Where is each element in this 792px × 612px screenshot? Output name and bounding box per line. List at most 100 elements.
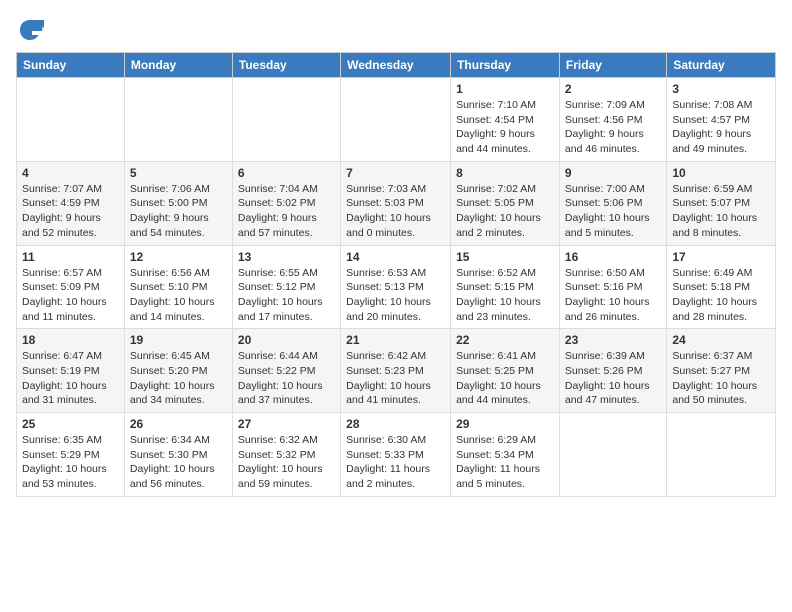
day-info: Sunrise: 6:30 AMSunset: 5:33 PMDaylight:… [346,433,445,492]
day-number: 26 [130,417,227,431]
day-cell: 27 Sunrise: 6:32 AMSunset: 5:32 PMDayligh… [232,413,340,497]
day-number: 21 [346,333,445,347]
day-info: Sunrise: 7:07 AMSunset: 4:59 PMDaylight:… [22,182,119,241]
day-info: Sunrise: 7:02 AMSunset: 5:05 PMDaylight:… [456,182,554,241]
header-thursday: Thursday [451,53,560,78]
day-cell [124,78,232,162]
day-number: 19 [130,333,227,347]
day-info: Sunrise: 6:53 AMSunset: 5:13 PMDaylight:… [346,266,445,325]
header-sunday: Sunday [17,53,125,78]
day-info: Sunrise: 6:42 AMSunset: 5:23 PMDaylight:… [346,349,445,408]
day-cell: 19 Sunrise: 6:45 AMSunset: 5:20 PMDayligh… [124,329,232,413]
header-wednesday: Wednesday [341,53,451,78]
day-cell: 24 Sunrise: 6:37 AMSunset: 5:27 PMDayligh… [667,329,776,413]
day-number: 2 [565,82,661,96]
day-cell: 12 Sunrise: 6:56 AMSunset: 5:10 PMDayligh… [124,245,232,329]
day-number: 4 [22,166,119,180]
day-info: Sunrise: 6:32 AMSunset: 5:32 PMDaylight:… [238,433,335,492]
day-info: Sunrise: 6:49 AMSunset: 5:18 PMDaylight:… [672,266,770,325]
day-cell: 25 Sunrise: 6:35 AMSunset: 5:29 PMDayligh… [17,413,125,497]
header-tuesday: Tuesday [232,53,340,78]
day-cell: 10 Sunrise: 6:59 AMSunset: 5:07 PMDayligh… [667,161,776,245]
day-cell: 16 Sunrise: 6:50 AMSunset: 5:16 PMDayligh… [559,245,666,329]
day-info: Sunrise: 6:55 AMSunset: 5:12 PMDaylight:… [238,266,335,325]
day-info: Sunrise: 6:35 AMSunset: 5:29 PMDaylight:… [22,433,119,492]
day-cell: 23 Sunrise: 6:39 AMSunset: 5:26 PMDayligh… [559,329,666,413]
day-info: Sunrise: 7:09 AMSunset: 4:56 PMDaylight:… [565,98,661,157]
day-cell: 26 Sunrise: 6:34 AMSunset: 5:30 PMDayligh… [124,413,232,497]
day-cell: 21 Sunrise: 6:42 AMSunset: 5:23 PMDayligh… [341,329,451,413]
day-number: 27 [238,417,335,431]
day-number: 12 [130,250,227,264]
day-number: 18 [22,333,119,347]
day-info: Sunrise: 6:44 AMSunset: 5:22 PMDaylight:… [238,349,335,408]
day-cell: 3Sunrise: 7:08 AMSunset: 4:57 PMDaylight… [667,78,776,162]
day-info: Sunrise: 6:56 AMSunset: 5:10 PMDaylight:… [130,266,227,325]
day-cell: 8 Sunrise: 7:02 AMSunset: 5:05 PMDaylight… [451,161,560,245]
day-number: 6 [238,166,335,180]
header-monday: Monday [124,53,232,78]
day-cell [232,78,340,162]
day-cell: 2 Sunrise: 7:09 AMSunset: 4:56 PMDaylight… [559,78,666,162]
day-number: 5 [130,166,227,180]
day-cell: 14Sunrise: 6:53 AMSunset: 5:13 PMDayligh… [341,245,451,329]
day-cell: 28Sunrise: 6:30 AMSunset: 5:33 PMDayligh… [341,413,451,497]
day-info: Sunrise: 6:45 AMSunset: 5:20 PMDaylight:… [130,349,227,408]
day-info: Sunrise: 6:41 AMSunset: 5:25 PMDaylight:… [456,349,554,408]
day-cell: 11 Sunrise: 6:57 AMSunset: 5:09 PMDayligh… [17,245,125,329]
day-number: 8 [456,166,554,180]
week-row-1: 1 Sunrise: 7:10 AMSunset: 4:54 PMDaylight… [17,78,776,162]
week-row-2: 4 Sunrise: 7:07 AMSunset: 4:59 PMDaylight… [17,161,776,245]
day-cell: 5 Sunrise: 7:06 AMSunset: 5:00 PMDaylight… [124,161,232,245]
header-row: SundayMondayTuesdayWednesdayThursdayFrid… [17,53,776,78]
day-cell: 18Sunrise: 6:47 AMSunset: 5:19 PMDayligh… [17,329,125,413]
week-row-4: 18Sunrise: 6:47 AMSunset: 5:19 PMDayligh… [17,329,776,413]
day-info: Sunrise: 6:59 AMSunset: 5:07 PMDaylight:… [672,182,770,241]
day-info: Sunrise: 7:04 AMSunset: 5:02 PMDaylight:… [238,182,335,241]
day-info: Sunrise: 6:57 AMSunset: 5:09 PMDaylight:… [22,266,119,325]
day-number: 13 [238,250,335,264]
day-number: 25 [22,417,119,431]
day-cell: 29Sunrise: 6:29 AMSunset: 5:34 PMDayligh… [451,413,560,497]
day-cell [667,413,776,497]
day-number: 10 [672,166,770,180]
day-number: 23 [565,333,661,347]
day-cell: 7 Sunrise: 7:03 AMSunset: 5:03 PMDaylight… [341,161,451,245]
day-number: 11 [22,250,119,264]
day-info: Sunrise: 6:39 AMSunset: 5:26 PMDaylight:… [565,349,661,408]
day-info: Sunrise: 7:03 AMSunset: 5:03 PMDaylight:… [346,182,445,241]
header-saturday: Saturday [667,53,776,78]
calendar-table: SundayMondayTuesdayWednesdayThursdayFrid… [16,52,776,497]
day-number: 1 [456,82,554,96]
week-row-3: 11 Sunrise: 6:57 AMSunset: 5:09 PMDayligh… [17,245,776,329]
day-info: Sunrise: 6:50 AMSunset: 5:16 PMDaylight:… [565,266,661,325]
day-info: Sunrise: 7:06 AMSunset: 5:00 PMDaylight:… [130,182,227,241]
week-row-5: 25 Sunrise: 6:35 AMSunset: 5:29 PMDayligh… [17,413,776,497]
day-cell: 20 Sunrise: 6:44 AMSunset: 5:22 PMDayligh… [232,329,340,413]
day-info: Sunrise: 6:37 AMSunset: 5:27 PMDaylight:… [672,349,770,408]
day-cell: 4 Sunrise: 7:07 AMSunset: 4:59 PMDaylight… [17,161,125,245]
day-info: Sunrise: 6:34 AMSunset: 5:30 PMDaylight:… [130,433,227,492]
day-cell: 17 Sunrise: 6:49 AMSunset: 5:18 PMDayligh… [667,245,776,329]
day-number: 3 [672,82,770,96]
day-number: 22 [456,333,554,347]
day-cell: 9Sunrise: 7:00 AMSunset: 5:06 PMDaylight… [559,161,666,245]
day-number: 15 [456,250,554,264]
day-number: 20 [238,333,335,347]
day-info: Sunrise: 6:29 AMSunset: 5:34 PMDaylight:… [456,433,554,492]
day-cell [341,78,451,162]
day-cell [559,413,666,497]
day-number: 24 [672,333,770,347]
logo-icon [16,16,44,44]
header-friday: Friday [559,53,666,78]
day-cell: 13 Sunrise: 6:55 AMSunset: 5:12 PMDayligh… [232,245,340,329]
day-number: 17 [672,250,770,264]
day-number: 16 [565,250,661,264]
day-info: Sunrise: 7:10 AMSunset: 4:54 PMDaylight:… [456,98,554,157]
day-number: 7 [346,166,445,180]
day-info: Sunrise: 6:52 AMSunset: 5:15 PMDaylight:… [456,266,554,325]
day-number: 9 [565,166,661,180]
day-cell [17,78,125,162]
logo [16,16,48,44]
page-header [16,16,776,44]
